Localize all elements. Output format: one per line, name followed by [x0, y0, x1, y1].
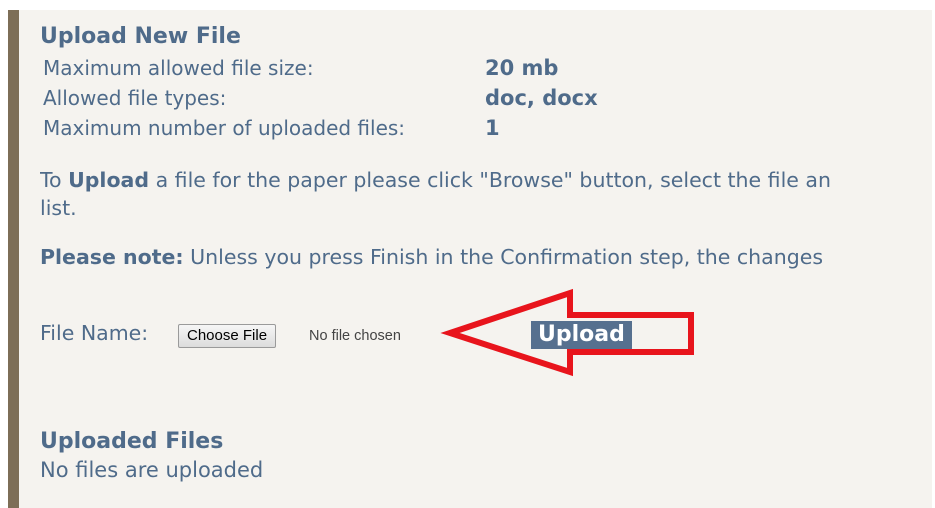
info-row-max-files: Maximum number of uploaded files: 1: [43, 114, 500, 142]
instructions-line-2: list.: [40, 196, 77, 220]
info-value: 20 mb: [485, 56, 559, 80]
please-note: Please note: Unless you press Finish in …: [40, 243, 935, 271]
choose-file-button[interactable]: Choose File: [178, 324, 277, 348]
uploaded-files-heading: Uploaded Files: [40, 429, 224, 454]
note-label: Please note:: [40, 245, 184, 269]
info-label: Allowed file types:: [43, 86, 227, 110]
info-row-max-size: Maximum allowed file size: 20 mb: [43, 54, 558, 82]
instructions-rest: a file for the paper please click "Brows…: [149, 168, 831, 192]
upload-new-file-heading: Upload New File: [40, 24, 241, 49]
upload-panel: Upload New File Maximum allowed file siz…: [8, 10, 932, 508]
instructions-bold: Upload: [68, 168, 150, 192]
info-label: Maximum allowed file size:: [43, 56, 314, 80]
info-row-file-types: Allowed file types: doc, docx: [43, 84, 598, 112]
no-file-chosen-text: No file chosen: [309, 328, 401, 344]
upload-button[interactable]: Upload: [531, 321, 632, 349]
note-text: Unless you press Finish in the Confirmat…: [183, 245, 824, 269]
info-label: Maximum number of uploaded files:: [43, 116, 406, 140]
page-frame: Upload New File Maximum allowed file siz…: [0, 0, 935, 508]
instructions-line-1: To Upload a file for the paper please cl…: [40, 166, 935, 194]
info-value: 1: [485, 116, 500, 140]
file-name-label: File Name:: [40, 321, 149, 345]
uploaded-files-status: No files are uploaded: [40, 458, 264, 482]
upload-instructions: To Upload a file for the paper please cl…: [40, 166, 935, 222]
info-value: doc, docx: [485, 86, 598, 110]
instructions-prefix: To: [40, 168, 69, 192]
